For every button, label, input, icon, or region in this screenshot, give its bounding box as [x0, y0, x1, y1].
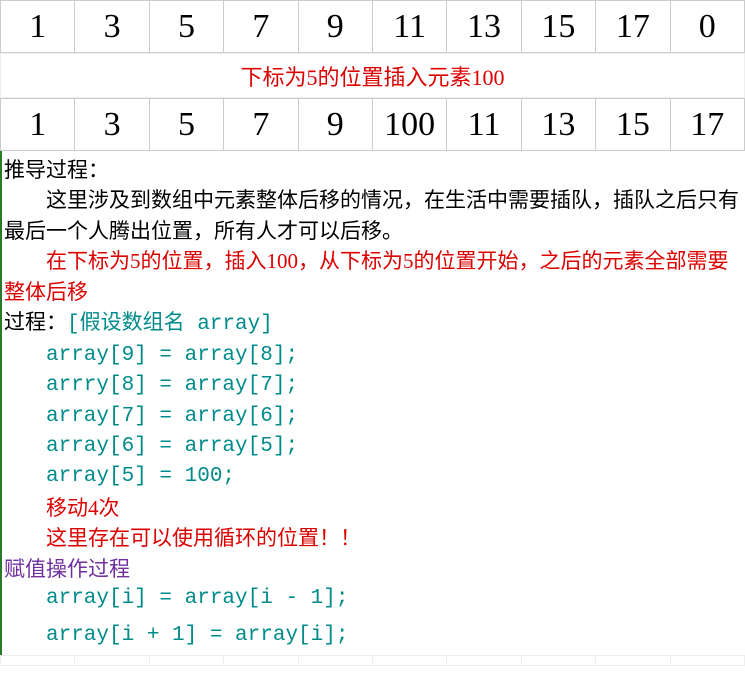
generic-code: array[i] = array[i - 1];: [4, 584, 743, 614]
code-line: array[7] = array[6];: [4, 402, 743, 432]
cell: 1: [1, 99, 75, 151]
footer-grid: [0, 655, 745, 666]
section-title: 推导过程：: [4, 155, 743, 185]
cell: 15: [521, 1, 595, 53]
cell: 13: [521, 99, 595, 151]
paragraph: 这里涉及到数组中元素整体后移的情况，在生活中需要插队，插队之后只有最后一个人腾出…: [4, 185, 743, 246]
assign-title: 赋值操作过程: [4, 554, 743, 584]
cell: 11: [447, 99, 521, 151]
generic-code: array[i + 1] = array[i];: [4, 621, 743, 651]
cell: 5: [149, 99, 223, 151]
code-line: array[6] = array[5];: [4, 432, 743, 462]
process-label: 过程：: [4, 310, 67, 334]
cell: 17: [596, 1, 670, 53]
array-after-table: 1357910011131517: [0, 98, 745, 151]
cell: 3: [75, 99, 149, 151]
paragraph-highlight: 在下标为5的位置，插入100，从下标为5的位置开始，之后的元素全部需要整体后移: [4, 246, 743, 307]
code-line: arrry[8] = array[7];: [4, 371, 743, 401]
cell: 7: [224, 1, 298, 53]
cell: 17: [670, 99, 744, 151]
cell: 3: [75, 1, 149, 53]
process-line: 过程：[假设数组名 array]: [4, 307, 743, 340]
cell: 0: [670, 1, 744, 53]
cell: 1: [1, 1, 75, 53]
process-assumption: [假设数组名 array]: [67, 313, 273, 336]
cell: 13: [447, 1, 521, 53]
code-line: array[5] = 100;: [4, 462, 743, 492]
array-before-table: 1 3 5 7 9 11 13 15 17 0: [0, 0, 745, 53]
cell: 9: [298, 99, 372, 151]
cell: 11: [372, 1, 446, 53]
caption-row: 下标为5的位置插入元素100: [0, 53, 745, 98]
loop-note: 这里存在可以使用循环的位置！！: [4, 523, 743, 553]
code-line: array[9] = array[8];: [4, 341, 743, 371]
cell: 7: [224, 99, 298, 151]
cell: 15: [596, 99, 670, 151]
move-note: 移动4次: [4, 493, 743, 523]
cell: 5: [149, 1, 223, 53]
cell: 9: [298, 1, 372, 53]
caption-text: 下标为5的位置插入元素100: [1, 54, 745, 98]
explanation-block: 推导过程： 这里涉及到数组中元素整体后移的情况，在生活中需要插队，插队之后只有最…: [0, 151, 745, 655]
cell: 100: [372, 99, 446, 151]
